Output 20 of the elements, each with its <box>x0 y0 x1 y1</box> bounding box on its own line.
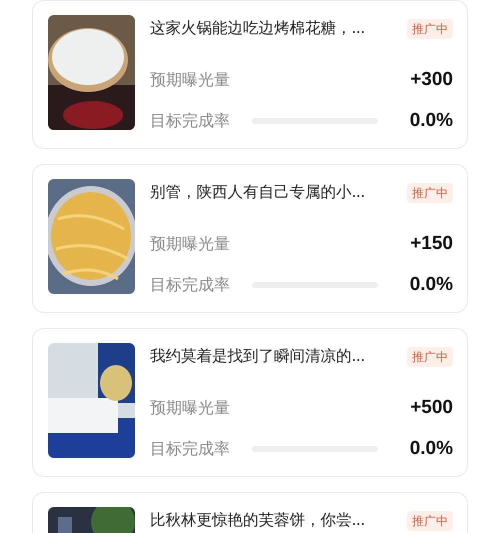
stat-value: 0.0% <box>410 108 453 132</box>
stat-label: 目标完成率 <box>150 438 230 460</box>
status-tag: 推广中 <box>407 183 453 203</box>
post-title[interactable]: 别管，陕西人有自己专属的小... <box>150 181 365 205</box>
stat-value: +300 <box>410 68 453 92</box>
post-title[interactable]: 这家火锅能边吃边烤棉花糖，... <box>150 17 365 41</box>
stat-value: 0.0% <box>410 436 453 460</box>
stat-label: 目标完成率 <box>150 110 230 132</box>
stat-label: 目标完成率 <box>150 274 230 296</box>
post-title[interactable]: 比秋林更惊艳的芙蓉饼，你尝... <box>150 509 365 533</box>
status-tag: 推广中 <box>407 511 453 531</box>
stat-label: 预期曝光量 <box>150 233 230 256</box>
stat-label: 预期曝光量 <box>150 397 230 420</box>
stat-value: 0.0% <box>410 272 453 296</box>
post-title[interactable]: 我约莫着是找到了瞬间清凉的... <box>150 345 365 369</box>
status-tag: 推广中 <box>407 19 453 39</box>
stat-label: 预期曝光量 <box>150 69 230 92</box>
stat-value: +150 <box>410 232 453 256</box>
stat-value: +500 <box>410 396 453 420</box>
status-tag: 推广中 <box>407 347 453 367</box>
